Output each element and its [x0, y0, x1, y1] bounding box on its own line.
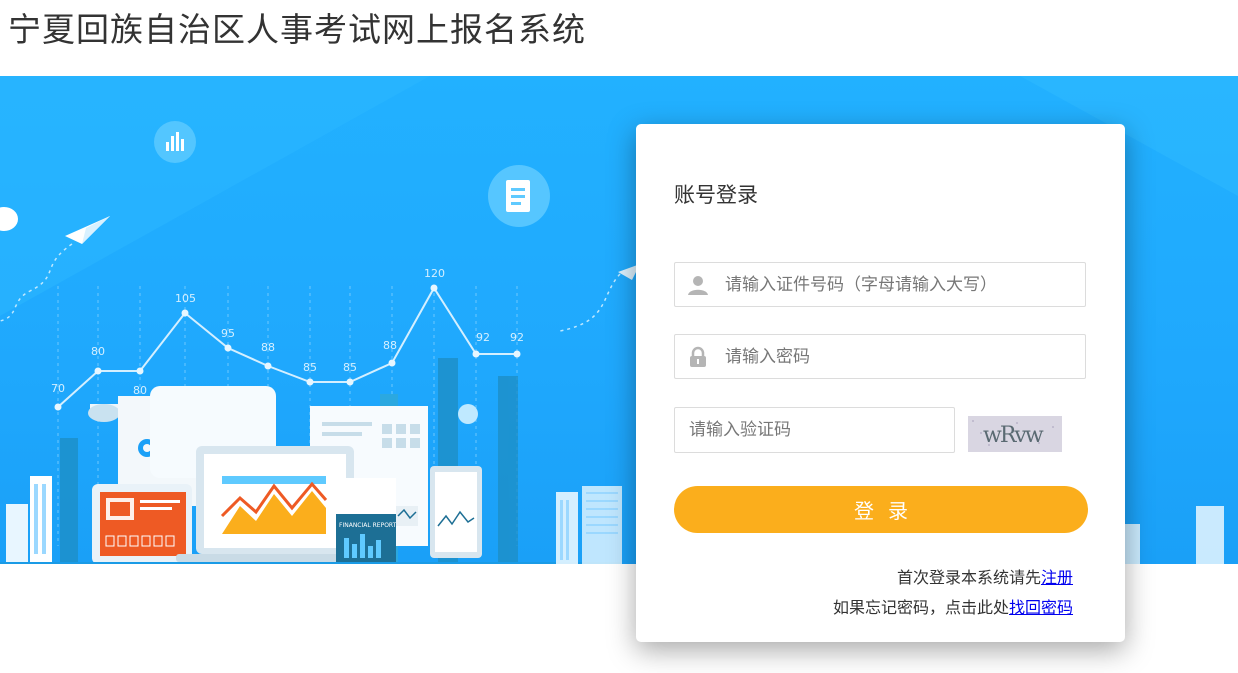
site-title: 宁夏回族自治区人事考试网上报名系统: [8, 10, 586, 49]
chart-label: 85: [343, 361, 357, 374]
forgot-password-link[interactable]: 找回密码: [1009, 598, 1073, 617]
chart-label: 80: [133, 384, 147, 397]
financial-report-label: FINANCIAL REPORT: [339, 522, 397, 529]
bar-chart-icon: [154, 121, 196, 163]
chart-label: 70: [51, 382, 65, 395]
chart-label: 88: [261, 341, 275, 354]
password-field: [674, 334, 1086, 379]
id-field: [674, 262, 1086, 307]
captcha-input[interactable]: [689, 408, 944, 452]
login-panel: 账号登录 wRvw 登录 首次登录本系统请先注册 如果忘记密码，点击此处找回密码: [636, 124, 1125, 642]
captcha-text: wRvw: [983, 423, 1044, 448]
chart-label: 120: [424, 267, 445, 280]
document-icon: [488, 165, 550, 227]
register-prompt: 首次登录本系统请先: [896, 568, 1041, 587]
register-row: 首次登录本系统请先注册: [897, 564, 1073, 588]
id-number-input[interactable]: [725, 263, 1075, 306]
forgot-prompt: 如果忘记密码，点击此处: [832, 598, 1009, 617]
register-link[interactable]: 注册: [1041, 568, 1073, 587]
forgot-row: 如果忘记密码，点击此处找回密码: [833, 594, 1073, 618]
lock-icon: [690, 346, 706, 367]
chart-label: 92: [476, 331, 490, 344]
password-input[interactable]: [725, 335, 1075, 378]
chart-label: 105: [175, 292, 196, 305]
captcha-field: [674, 407, 955, 453]
chart-label: 92: [510, 331, 524, 344]
chart-label: 95: [221, 327, 235, 340]
login-button[interactable]: 登录: [674, 486, 1088, 533]
chart-label: 80: [91, 345, 105, 358]
chart-label: 85: [303, 361, 317, 374]
chart-label: 88: [383, 339, 397, 352]
login-title: 账号登录: [674, 183, 758, 207]
user-icon: [688, 276, 708, 295]
captcha-image[interactable]: wRvw: [968, 416, 1062, 452]
